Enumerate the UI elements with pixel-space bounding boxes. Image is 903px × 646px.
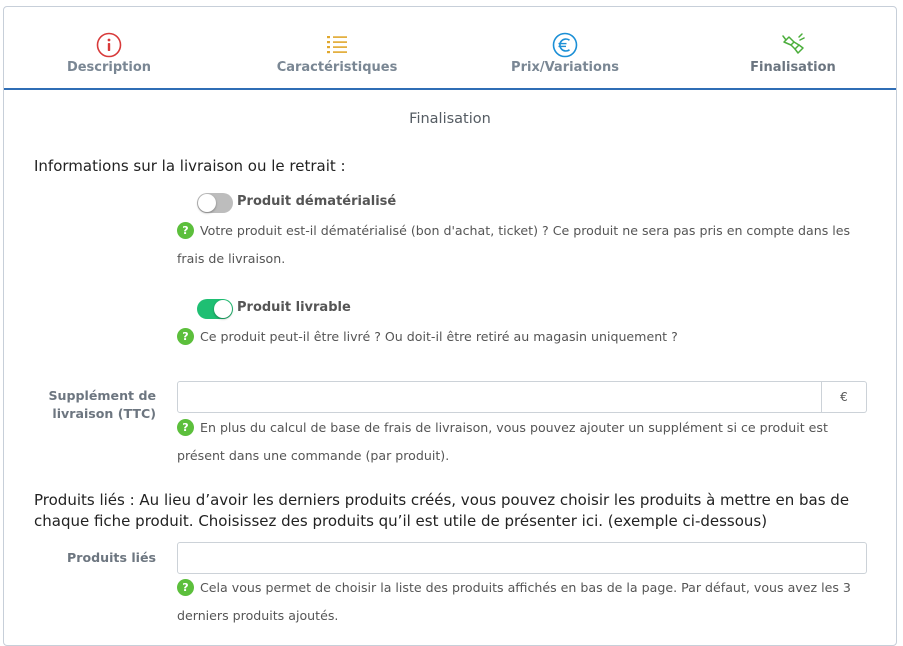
euro-circle-icon	[552, 32, 578, 58]
help-icon: ?	[177, 419, 194, 436]
related-products-description: Produits liés : Au lieu d’avoir les dern…	[34, 491, 850, 530]
toggle-knob	[198, 194, 216, 212]
list-icon	[327, 36, 347, 54]
help-text: Ce produit peut-il être livré ? Ou doit-…	[200, 329, 678, 344]
tab-description[interactable]: Description	[9, 7, 209, 88]
related-products-help: ? Cela vous permet de choisir la liste de…	[177, 574, 867, 630]
supplement-input[interactable]	[177, 381, 822, 413]
section-title: Finalisation	[409, 111, 491, 127]
help-icon: ?	[177, 328, 194, 345]
tab-label: Description	[66, 60, 152, 75]
supplement-label: Supplément de livraison (TTC)	[48, 387, 156, 423]
tab-label: Caractéristiques	[276, 60, 398, 75]
related-products-label: Produits liés	[67, 550, 156, 565]
help-text: En plus du calcul de base de frais de li…	[177, 420, 828, 463]
tab-finalisation[interactable]: Finalisation	[693, 7, 893, 88]
supplement-label-line2: livraison (TTC)	[52, 406, 156, 421]
tab-label: Finalisation	[750, 60, 836, 75]
tab-caracteristiques[interactable]: Caractéristiques	[237, 7, 437, 88]
deliverable-label: Produit livrable	[237, 300, 351, 315]
help-icon: ?	[177, 222, 194, 239]
toggle-knob	[214, 300, 232, 318]
delivery-heading: Informations sur la livraison ou le retr…	[34, 157, 346, 175]
euro-addon: €	[822, 381, 867, 413]
dematerialized-help: ? Votre produit est-il dématérialisé (bon…	[177, 217, 867, 273]
info-circle-icon	[96, 32, 122, 58]
supplement-label-line1: Supplément de	[48, 388, 156, 403]
wizard-tabs: Description Caractéristiques Prix/Variat	[4, 7, 896, 90]
help-text: Votre produit est-il dématérialisé (bon …	[177, 223, 851, 266]
tab-prix-variations[interactable]: Prix/Variations	[465, 7, 665, 88]
product-form-card: Description Caractéristiques Prix/Variat	[3, 6, 897, 646]
tab-label: Prix/Variations	[511, 60, 619, 75]
supplement-help: ? En plus du calcul de base de frais de l…	[177, 414, 867, 470]
help-text: Cela vous permet de choisir la liste des…	[177, 580, 851, 623]
dematerialized-label: Produit dématérialisé	[237, 194, 397, 209]
handshake-icon	[782, 33, 805, 54]
dematerialized-toggle[interactable]	[197, 193, 233, 213]
deliverable-toggle[interactable]	[197, 299, 233, 319]
related-products-input[interactable]	[177, 542, 867, 574]
deliverable-help: ? Ce produit peut-il être livré ? Ou doit…	[177, 323, 867, 351]
help-icon: ?	[177, 579, 194, 596]
